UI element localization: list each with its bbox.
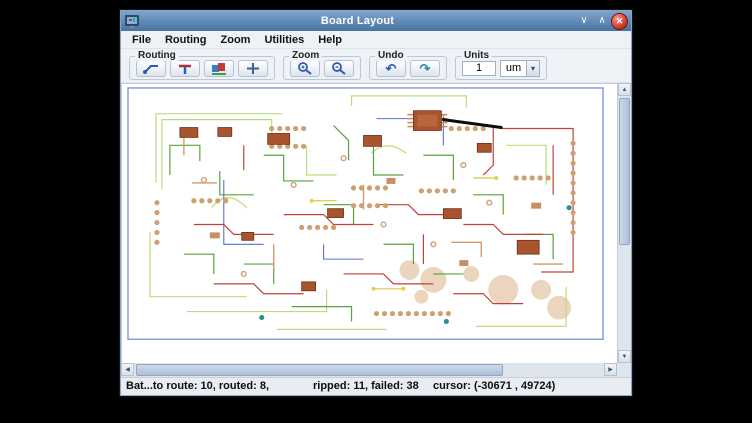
pin-tool-button[interactable] [170, 60, 200, 77]
screen-background: Board Layout ∨ ∧ ✕ File Routing Zoom Uti… [0, 0, 752, 423]
pcb-passives [210, 178, 541, 266]
vertical-scroll-track[interactable] [618, 96, 631, 350]
vertical-scroll-thumb[interactable] [619, 98, 630, 245]
status-ripped-text: ripped: 11, failed: 38 [313, 380, 419, 392]
pcb-traces-blue [224, 116, 444, 259]
toolbar-group-routing: Routing [129, 56, 275, 80]
status-bar: Bat...to route: 10, routed: 8, ripped: 1… [121, 377, 631, 395]
layers-icon [210, 62, 228, 75]
zoom-in-button[interactable] [290, 60, 320, 77]
menu-routing[interactable]: Routing [160, 33, 212, 47]
minimize-button[interactable]: ∨ [576, 14, 592, 28]
undo-arrow-icon: ↶ [386, 62, 397, 75]
routing-group-label: Routing [135, 50, 179, 61]
board-layout-window: Board Layout ∨ ∧ ✕ File Routing Zoom Uti… [120, 10, 632, 396]
board-canvas[interactable] [121, 83, 617, 363]
menu-bar: File Routing Zoom Utilities Help [121, 31, 631, 49]
scrollbar-corner [617, 363, 631, 377]
horizontal-scroll-track[interactable] [134, 363, 604, 377]
title-bar[interactable]: Board Layout ∨ ∧ ✕ [121, 11, 631, 31]
scroll-down-icon[interactable]: ▼ [618, 350, 631, 363]
horizontal-scroll-thumb[interactable] [136, 364, 503, 376]
board-outline [128, 88, 603, 339]
move-tool-button[interactable] [238, 60, 268, 77]
move-crosshair-icon [246, 62, 260, 75]
window-title: Board Layout [141, 15, 574, 27]
scroll-up-icon[interactable]: ▲ [618, 83, 631, 96]
chevron-down-icon[interactable]: ▾ [526, 61, 539, 76]
toolbar-group-units: Units um ▾ [455, 56, 547, 80]
close-button[interactable]: ✕ [612, 14, 627, 29]
horizontal-scrollbar[interactable]: ◀ ▶ [121, 363, 631, 377]
redo-button[interactable]: ↷ [410, 60, 440, 77]
pin-swap-icon [176, 62, 194, 75]
toolbar-group-undo: Undo ↶ ↷ [369, 56, 447, 80]
units-combobox-value: um [501, 61, 526, 76]
menu-utilities[interactable]: Utilities [259, 33, 309, 47]
toolbar: Routing [121, 49, 631, 83]
vertical-scrollbar[interactable]: ▲ ▼ [617, 83, 631, 363]
zoom-group-label: Zoom [289, 50, 322, 61]
main-area: ▲ ▼ [121, 83, 631, 363]
app-icon [125, 15, 139, 28]
redo-arrow-icon: ↷ [420, 62, 431, 75]
scroll-right-icon[interactable]: ▶ [604, 363, 617, 376]
magnifier-plus-icon [297, 61, 313, 75]
unit-scale-input[interactable] [462, 61, 496, 76]
undo-group-label: Undo [375, 50, 407, 61]
pcb-copper-pours [399, 260, 571, 319]
toolbar-group-zoom: Zoom [283, 56, 361, 80]
pcb-qfp-chip [407, 111, 447, 131]
pcb-board-graphic [122, 84, 617, 363]
route-trace-icon [142, 62, 160, 75]
maximize-button[interactable]: ∧ [594, 14, 610, 28]
status-autoroute-text: Bat...to route: 10, routed: 8, [126, 380, 269, 392]
layer-tool-button[interactable] [204, 60, 234, 77]
units-group-label: Units [461, 50, 492, 61]
menu-help[interactable]: Help [313, 33, 347, 47]
zoom-out-button[interactable] [324, 60, 354, 77]
menu-file[interactable]: File [127, 33, 156, 47]
status-cursor-text: cursor: (-30671 , 49724) [433, 380, 555, 392]
units-combobox[interactable]: um ▾ [500, 60, 540, 77]
route-tool-button[interactable] [136, 60, 166, 77]
pcb-traces-red [194, 126, 573, 304]
magnifier-minus-icon [331, 61, 347, 75]
pcb-components [180, 128, 539, 291]
undo-button[interactable]: ↶ [376, 60, 406, 77]
scroll-left-icon[interactable]: ◀ [121, 363, 134, 376]
menu-zoom[interactable]: Zoom [216, 33, 256, 47]
